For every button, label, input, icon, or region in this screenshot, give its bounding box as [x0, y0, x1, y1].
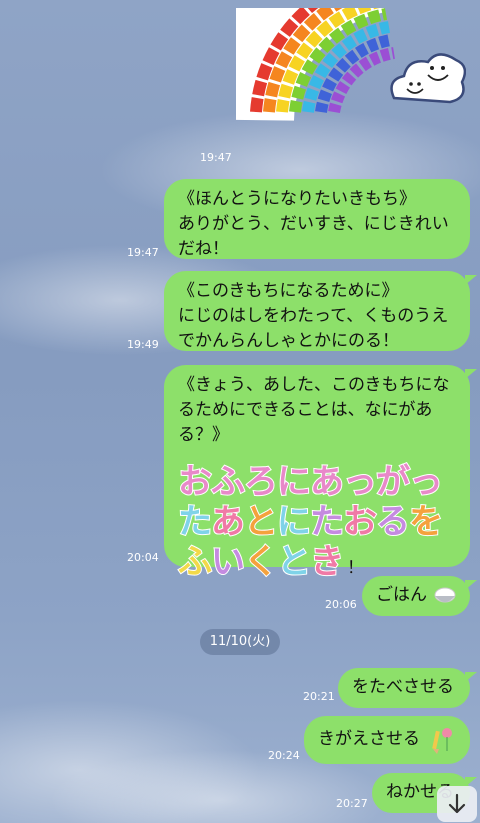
message-text-line: ありがとう、だいすき、にじきれい [178, 214, 449, 234]
message-time: 20:06 [325, 598, 357, 611]
message-text-line: るためにできることは、なにがあ [178, 400, 433, 420]
message-bubble[interactable]: 《きょう、あした、このきもちにな るためにできることは、なにがあ る？》 おふろ… [164, 365, 477, 583]
decorated-char: た [309, 501, 345, 543]
flower-pencil-icon [432, 728, 452, 754]
decorated-char: お [342, 501, 378, 543]
decorated-char: と [243, 501, 279, 543]
decorated-char: あ [309, 461, 345, 503]
message-text-line: 《ほんとうになりたいきもち》 [178, 189, 416, 209]
decorated-suffix: ！ [347, 558, 364, 578]
message-bubble[interactable]: をたべさせる [338, 668, 477, 708]
message-text: をたべさせる [352, 677, 454, 697]
bubble-tail [465, 369, 477, 379]
message-text-line: 《きょう、あした、このきもちにな [178, 375, 450, 395]
decorated-char: っ [408, 461, 444, 503]
message-bubble[interactable]: 《ほんとうになりたいきもち》 ありがとう、だいすき、にじきれい だね！ [164, 179, 470, 259]
arrow-down-icon [448, 793, 466, 814]
message-text: ごはん [376, 585, 427, 605]
decorated-char: た [177, 501, 213, 543]
message-text: きがえさせる [318, 729, 420, 749]
message-text-line: る？》 [178, 425, 229, 445]
decorated-char: が [375, 461, 411, 503]
bubble-tail [465, 580, 477, 590]
message-text-line: 《このきもちになるために》 [178, 281, 399, 301]
message-time: 19:49 [127, 338, 159, 351]
decorated-char: る [375, 501, 411, 543]
decorated-char: と [276, 541, 312, 583]
message-time: 20:27 [336, 797, 368, 810]
message-time: 20:21 [303, 690, 335, 703]
rainbow-smiley-cloud-sticker [236, 8, 466, 123]
decorated-char: く [243, 541, 279, 583]
decorated-char: お [177, 461, 213, 503]
decorated-text-line: おふろにあっがっ [177, 461, 456, 503]
message-text-line: にじのはしをわたって、くものうえ [178, 306, 449, 326]
message-time: 20:24 [268, 749, 300, 762]
decorated-char: に [276, 501, 312, 543]
decorated-char: ふ [210, 461, 246, 503]
message-text-line: だね！ [178, 239, 229, 259]
decorated-char: っ [342, 461, 378, 503]
decorated-char: ふ [177, 541, 213, 583]
decorated-char: き [309, 541, 345, 583]
decorated-char: を [408, 501, 444, 543]
message-text-line: でかんらんしゃとかにのる！ [178, 331, 399, 351]
date-separator: 11/10(火) [200, 629, 280, 655]
scroll-to-bottom-button[interactable] [437, 786, 477, 822]
decorated-char: い [210, 541, 246, 583]
timestamp-top: 19:47 [200, 151, 232, 164]
message-time: 20:04 [127, 551, 159, 564]
decorated-char: あ [210, 501, 246, 543]
message-time: 19:47 [127, 246, 159, 259]
decorated-char: に [276, 461, 312, 503]
message-bubble[interactable]: きがえさせる [304, 716, 470, 764]
bubble-tail [465, 275, 477, 285]
decorated-char: ろ [243, 461, 279, 503]
decorated-text-line: たあとにたおるを [177, 501, 456, 543]
bubble-tail [465, 672, 477, 682]
rice-bowl-icon [434, 587, 456, 603]
message-bubble[interactable]: ごはん [362, 576, 477, 616]
message-bubble[interactable]: 《このきもちになるために》 にじのはしをわたって、くものうえ でかんらんしゃとか… [164, 271, 477, 351]
